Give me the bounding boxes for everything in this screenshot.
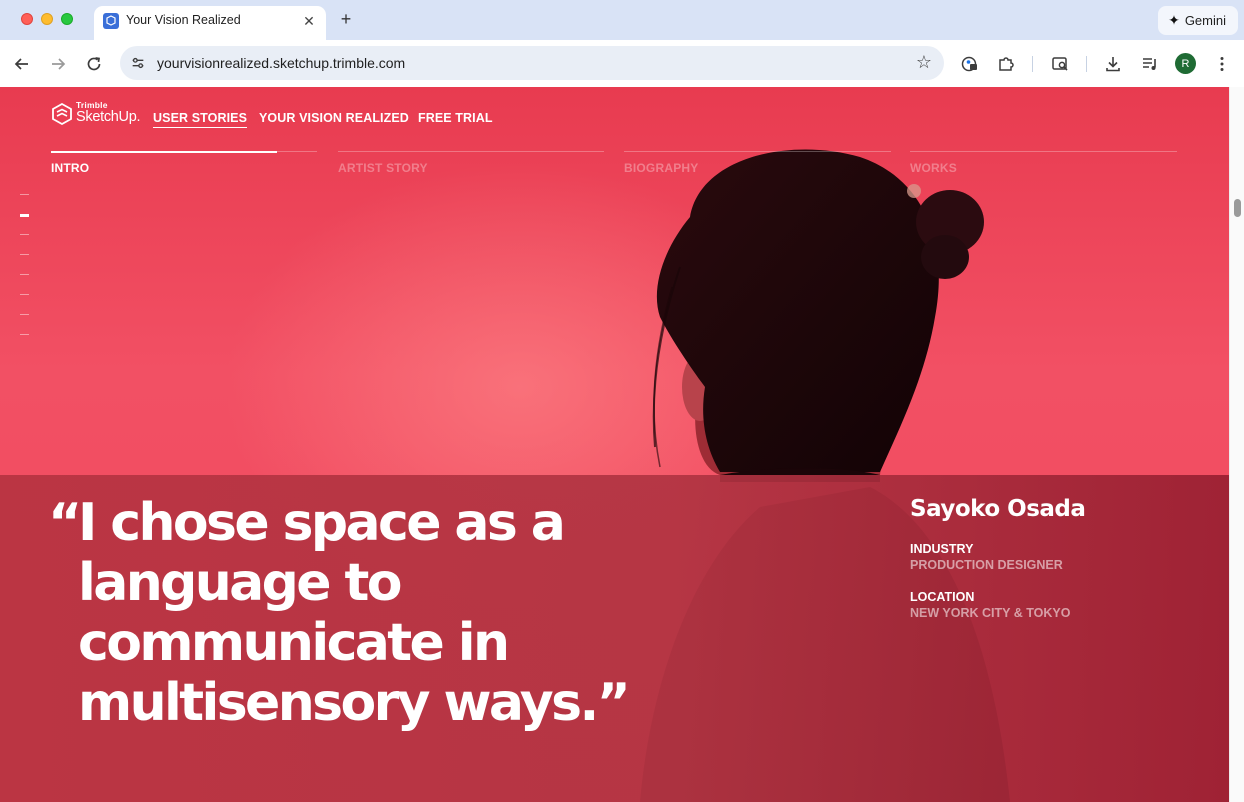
reload-button[interactable] [82, 52, 106, 76]
tab-intro-label: INTRO [51, 161, 90, 175]
search-page-icon[interactable] [1049, 53, 1071, 75]
profile-avatar[interactable]: R [1175, 53, 1196, 74]
browser-tab-bar: Your Vision Realized ✕ + ✦ Gemini [0, 0, 1244, 40]
artist-name: Sayoko Osada [910, 496, 1086, 522]
arrow-left-icon [14, 58, 28, 70]
hero-quote: “ I chose space as a language to communi… [48, 493, 678, 733]
address-bar[interactable]: yourvisionrealized.sketchup.trimble.com … [120, 46, 944, 80]
tab-works-track [910, 151, 1177, 152]
side-indicator-dot[interactable] [20, 334, 29, 335]
gemini-sparkle-icon: ✦ [1168, 12, 1180, 28]
media-queue-icon[interactable] [1139, 53, 1161, 75]
nav-free-trial[interactable]: FREE TRIAL [418, 111, 493, 125]
quote-line: I chose space as a [78, 493, 566, 553]
gemini-button[interactable]: ✦ Gemini [1158, 6, 1238, 35]
industry-block: INDUSTRY PRODUCTION DESIGNER [910, 542, 1085, 572]
tab-close-icon[interactable]: ✕ [300, 12, 318, 30]
window-minimize-button[interactable] [41, 13, 53, 25]
window-zoom-button[interactable] [61, 13, 73, 25]
tab-biography[interactable]: BIOGRAPHY [624, 151, 891, 181]
tab-biography-track [624, 151, 891, 152]
back-button[interactable] [10, 52, 34, 76]
scrollbar-thumb[interactable] [1234, 199, 1241, 217]
industry-value: PRODUCTION DESIGNER [910, 558, 1063, 572]
tab-title: Your Vision Realized [126, 13, 241, 27]
new-tab-button[interactable]: + [336, 9, 356, 29]
gemini-label: Gemini [1184, 13, 1226, 28]
side-indicator-dot[interactable] [20, 314, 29, 315]
page-viewport: Trimble SketchUp. USER STORIES YOUR VISI… [0, 87, 1229, 802]
key-lock-icon[interactable] [959, 53, 981, 75]
quote-open-mark: “ [48, 493, 82, 553]
forward-button[interactable] [46, 52, 70, 76]
side-indicator-dot[interactable] [20, 294, 29, 295]
tab-works[interactable]: WORKS [910, 151, 1177, 181]
logo-sketchup-text: SketchUp. [76, 108, 141, 125]
location-value: NEW YORK CITY & TOKYO [910, 606, 1071, 620]
sketchup-logo[interactable]: Trimble SketchUp. [52, 101, 141, 125]
quote-line: language to [78, 553, 402, 613]
reload-icon [87, 57, 101, 71]
side-indicator-dot[interactable] [20, 214, 29, 217]
artist-info: Sayoko Osada INDUSTRY PRODUCTION DESIGNE… [910, 496, 1086, 620]
toolbar-separator [1032, 56, 1033, 72]
window-close-button[interactable] [21, 13, 33, 25]
tab-artist-story[interactable]: ARTIST STORY [338, 151, 604, 181]
tab-works-label: WORKS [910, 161, 957, 175]
location-block: LOCATION NEW YORK CITY & TOKYO [910, 590, 1085, 620]
tab-artist-story-label: ARTIST STORY [338, 161, 428, 175]
download-icon[interactable] [1102, 53, 1124, 75]
location-label: LOCATION [910, 590, 975, 604]
toolbar-separator [1086, 56, 1087, 72]
arrow-right-icon [52, 58, 66, 70]
kebab-menu-icon[interactable] [1211, 53, 1233, 75]
nav-user-stories[interactable]: USER STORIES [153, 111, 248, 128]
side-indicator-dot[interactable] [20, 254, 29, 255]
browser-tab-active[interactable]: Your Vision Realized ✕ [94, 6, 326, 40]
side-indicator-dot[interactable] [20, 194, 29, 195]
tab-artist-story-track [338, 151, 604, 152]
quote-line: multisensory ways.” [78, 673, 631, 733]
quote-line: communicate in [78, 613, 510, 673]
star-icon[interactable]: ☆ [916, 52, 932, 73]
sketchup-logo-icon [52, 103, 72, 125]
nav-your-vision-realized[interactable]: YOUR VISION REALIZED [259, 111, 409, 125]
tune-icon[interactable] [128, 53, 148, 73]
tab-biography-label: BIOGRAPHY [624, 161, 699, 175]
sketchup-favicon-icon [103, 13, 119, 29]
page-scrollbar[interactable] [1229, 87, 1244, 802]
tab-intro[interactable]: INTRO [51, 151, 317, 181]
side-indicator-dot[interactable] [20, 274, 29, 275]
browser-toolbar: yourvisionrealized.sketchup.trimble.com … [0, 40, 1244, 87]
puzzle-icon[interactable] [995, 53, 1017, 75]
section-tabs: INTRO ARTIST STORY BIOGRAPHY WORKS [51, 151, 1177, 181]
side-indicator-dot[interactable] [20, 234, 29, 235]
tab-intro-progress [51, 151, 278, 153]
industry-label: INDUSTRY [910, 542, 974, 556]
url-text[interactable]: yourvisionrealized.sketchup.trimble.com [157, 55, 405, 71]
